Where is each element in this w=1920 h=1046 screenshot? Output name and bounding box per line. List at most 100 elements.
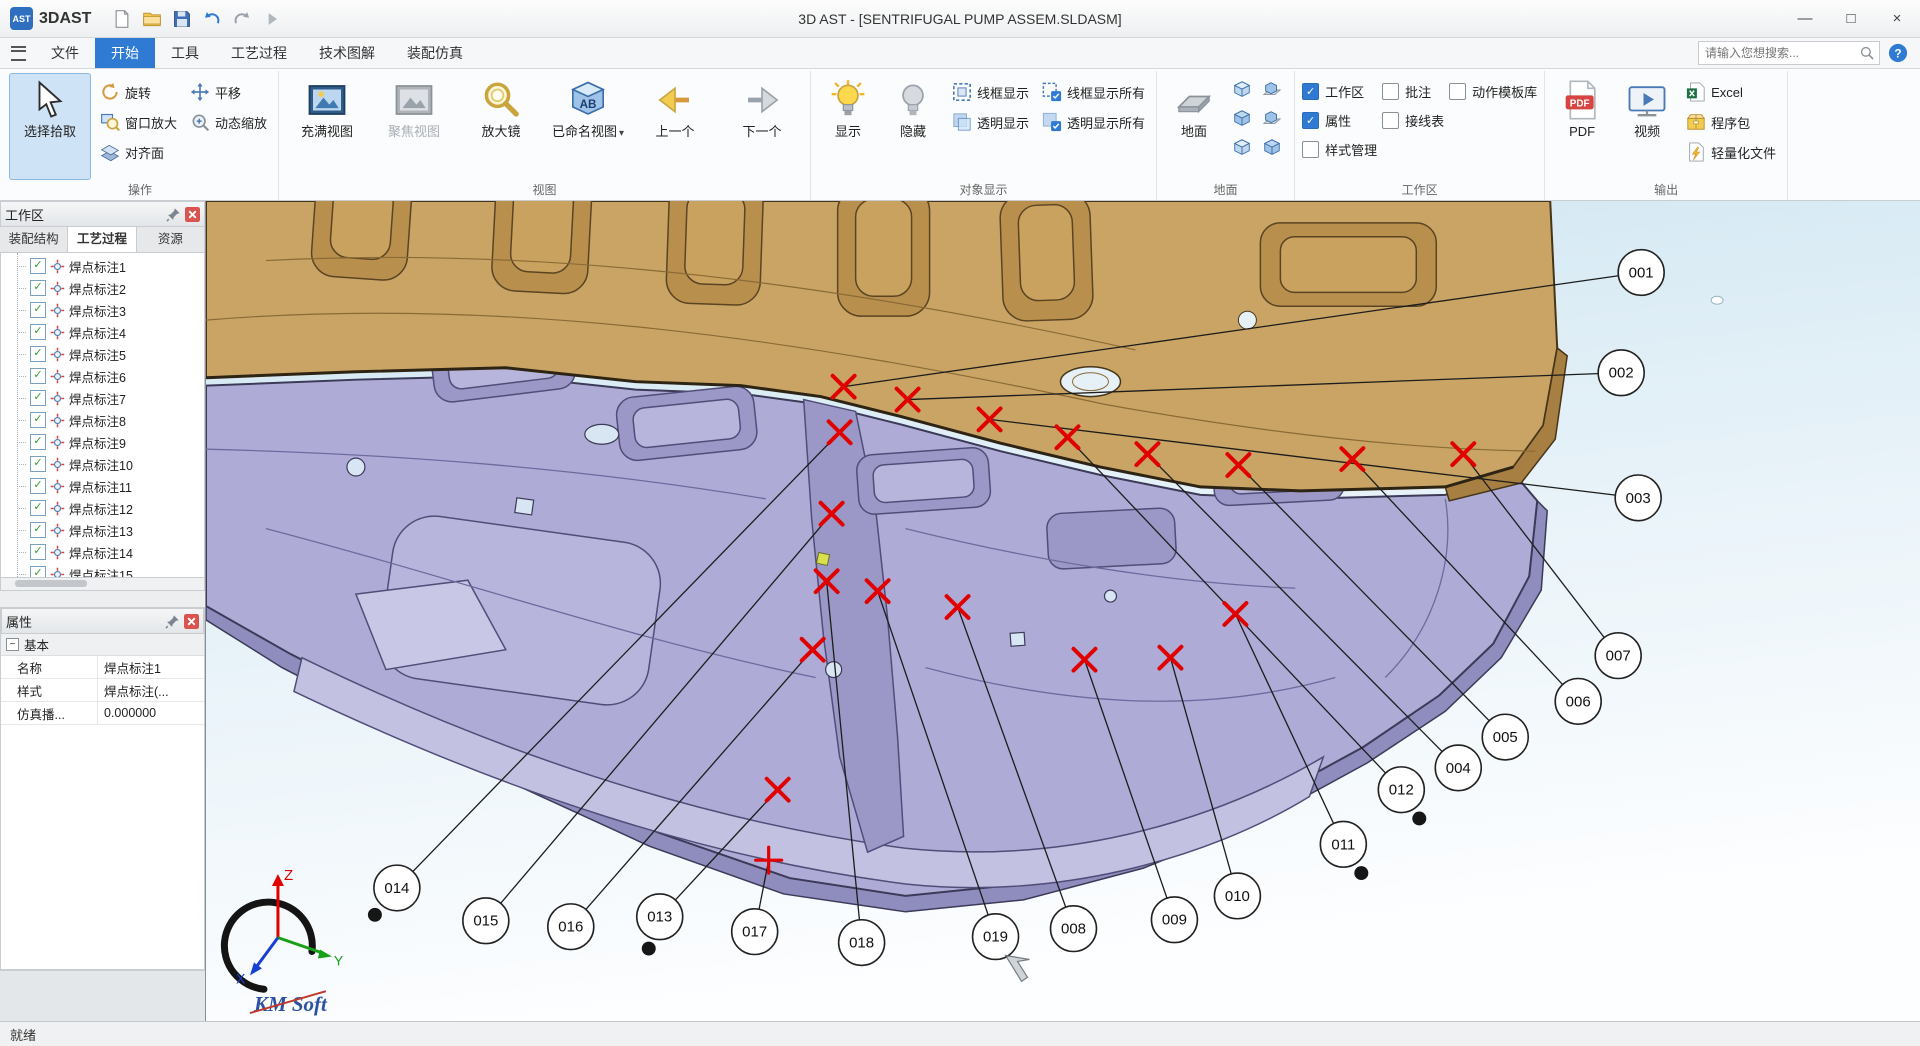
tree-item[interactable]: ✓焊点标注3 [27,299,204,321]
tree-item[interactable]: ✓焊点标注7 [27,387,204,409]
focus-view-button[interactable]: 聚焦视图 [373,73,455,180]
balloon-005[interactable]: 005 [1482,714,1528,760]
tree-item[interactable]: ✓焊点标注10 [27,453,204,475]
select-pick-button[interactable]: 选择拾取 [9,73,91,180]
collapse-icon[interactable]: − [6,638,19,651]
balloon-018[interactable]: 018 [839,920,885,966]
show-button[interactable]: 显示 [818,73,878,180]
tree-item-checkbox[interactable]: ✓ [30,324,46,340]
open-file-icon[interactable] [142,9,162,29]
tree-item-checkbox[interactable]: ✓ [30,390,46,406]
lightweight-file-button[interactable]: 轻量化文件 [1682,138,1780,166]
wireframe-button[interactable]: 线框显示 [948,78,1033,106]
search-box[interactable] [1698,41,1880,65]
balloon-017[interactable]: 017 [732,909,778,955]
property-value[interactable]: 焊点标注(... [98,679,204,701]
tab-assembly-structure[interactable]: 装配结构 [0,227,68,252]
excel-button[interactable]: Excel [1682,78,1780,106]
balloon-011[interactable]: 011 [1320,821,1366,867]
redo-icon[interactable] [232,9,252,29]
previous-view-button[interactable]: 上一个 [634,73,716,180]
menu-icon[interactable] [11,46,26,61]
tab-file[interactable]: 文件 [35,38,95,68]
pin-icon[interactable] [165,614,180,629]
ground-cube-icon-6[interactable] [1259,136,1285,160]
search-icon[interactable] [1859,45,1875,61]
video-button[interactable]: 视频 [1617,73,1677,180]
cad-scene[interactable]: 001 002 003 004005 006007 008 009 010 011 012 013 0… [206,201,1920,1021]
named-views-button[interactable]: AB 已命名视图▾ [547,73,629,180]
close-panel-icon[interactable] [184,614,199,629]
tree-item[interactable]: ✓焊点标注8 [27,409,204,431]
balloon-019[interactable]: 019 [973,914,1019,960]
balloon-009[interactable]: 009 [1151,897,1197,943]
ribbon-check-1-1[interactable]: 接线表 [1382,107,1444,134]
balloon-008[interactable]: 008 [1051,906,1097,952]
tab-resources[interactable]: 资源 [137,227,205,252]
balloon-012[interactable]: 012 [1378,767,1424,813]
package-button[interactable]: 程序包 [1682,108,1780,136]
tab-process[interactable]: 工艺过程 [215,38,303,68]
close-button[interactable]: × [1874,0,1920,37]
next-view-button[interactable]: 下一个 [721,73,803,180]
balloon-003[interactable]: 003 [1615,475,1661,521]
balloon-007[interactable]: 007 [1595,633,1641,679]
tab-tech-illustration[interactable]: 技术图解 [303,38,391,68]
tree-list[interactable]: ✓焊点标注1✓焊点标注2✓焊点标注3✓焊点标注4✓焊点标注5✓焊点标注6✓焊点标… [0,253,205,577]
pdf-button[interactable]: PDF PDF [1552,73,1612,180]
tree-item-checkbox[interactable]: ✓ [30,302,46,318]
tab-tools[interactable]: 工具 [155,38,215,68]
ribbon-check-0-0[interactable]: ✓工作区 [1302,78,1377,105]
tree-item-checkbox[interactable]: ✓ [30,478,46,494]
tree-item-checkbox[interactable]: ✓ [30,412,46,428]
transparent-all-button[interactable]: 透明显示所有 [1038,108,1149,136]
tree-item[interactable]: ✓焊点标注9 [27,431,204,453]
pan-button[interactable]: 平移 [186,78,271,106]
ground-cube-icon-1[interactable] [1229,78,1255,102]
tree-item[interactable]: ✓焊点标注5 [27,343,204,365]
tree-item[interactable]: ✓焊点标注15 [27,563,204,577]
property-row-style[interactable]: 样式 焊点标注(... [1,679,204,702]
viewport[interactable]: 001 002 003 004005 006007 008 009 010 011 012 013 0… [206,201,1920,1021]
transparent-button[interactable]: 透明显示 [948,108,1033,136]
tab-assembly-sim[interactable]: 装配仿真 [391,38,479,68]
align-face-button[interactable]: 对齐面 [96,138,181,166]
window-zoom-button[interactable]: 窗口放大 [96,108,181,136]
balloon-010[interactable]: 010 [1214,873,1260,919]
balloon-006[interactable]: 006 [1555,679,1601,725]
wireframe-all-button[interactable]: 线框显示所有 [1038,78,1149,106]
property-row-sim[interactable]: 仿真播... 0.000000 [1,702,204,725]
play-icon[interactable] [262,9,282,29]
tree-item[interactable]: ✓焊点标注13 [27,519,204,541]
ribbon-check-1-0[interactable]: 批注 [1382,78,1444,105]
balloon-001[interactable]: 001 [1618,250,1664,296]
tree-item-checkbox[interactable]: ✓ [30,566,46,577]
balloon-013[interactable]: 013 [637,894,683,940]
tree-item-checkbox[interactable]: ✓ [30,434,46,450]
tree-item[interactable]: ✓焊点标注14 [27,541,204,563]
ribbon-check-0-1[interactable]: ✓属性 [1302,107,1377,134]
balloon-004[interactable]: 004 [1435,745,1481,791]
tree-item[interactable]: ✓焊点标注12 [27,497,204,519]
tree-item-checkbox[interactable]: ✓ [30,368,46,384]
tree-item-checkbox[interactable]: ✓ [30,258,46,274]
help-icon[interactable]: ? [1888,43,1908,63]
property-section-basic[interactable]: − 基本 [1,634,204,656]
property-value[interactable]: 焊点标注1 [98,656,204,678]
fit-view-button[interactable]: 充满视图 [286,73,368,180]
scrollbar-thumb[interactable] [15,580,87,587]
ribbon-check-2-0[interactable]: 动作模板库 [1449,78,1537,105]
new-file-icon[interactable] [112,9,132,29]
ground-cube-icon-3[interactable] [1229,107,1255,131]
minimize-button[interactable]: — [1782,0,1828,37]
tree-item-checkbox[interactable]: ✓ [30,280,46,296]
property-row-name[interactable]: 名称 焊点标注1 [1,656,204,679]
ground-cube-icon-2[interactable] [1259,78,1285,102]
tab-process-tree[interactable]: 工艺过程 [68,227,136,252]
save-icon[interactable] [172,9,192,29]
magnifier-button[interactable]: 放大镜 [460,73,542,180]
tree-item-checkbox[interactable]: ✓ [30,500,46,516]
tree-item-checkbox[interactable]: ✓ [30,346,46,362]
balloon-002[interactable]: 002 [1598,350,1644,396]
tree-item[interactable]: ✓焊点标注1 [27,255,204,277]
